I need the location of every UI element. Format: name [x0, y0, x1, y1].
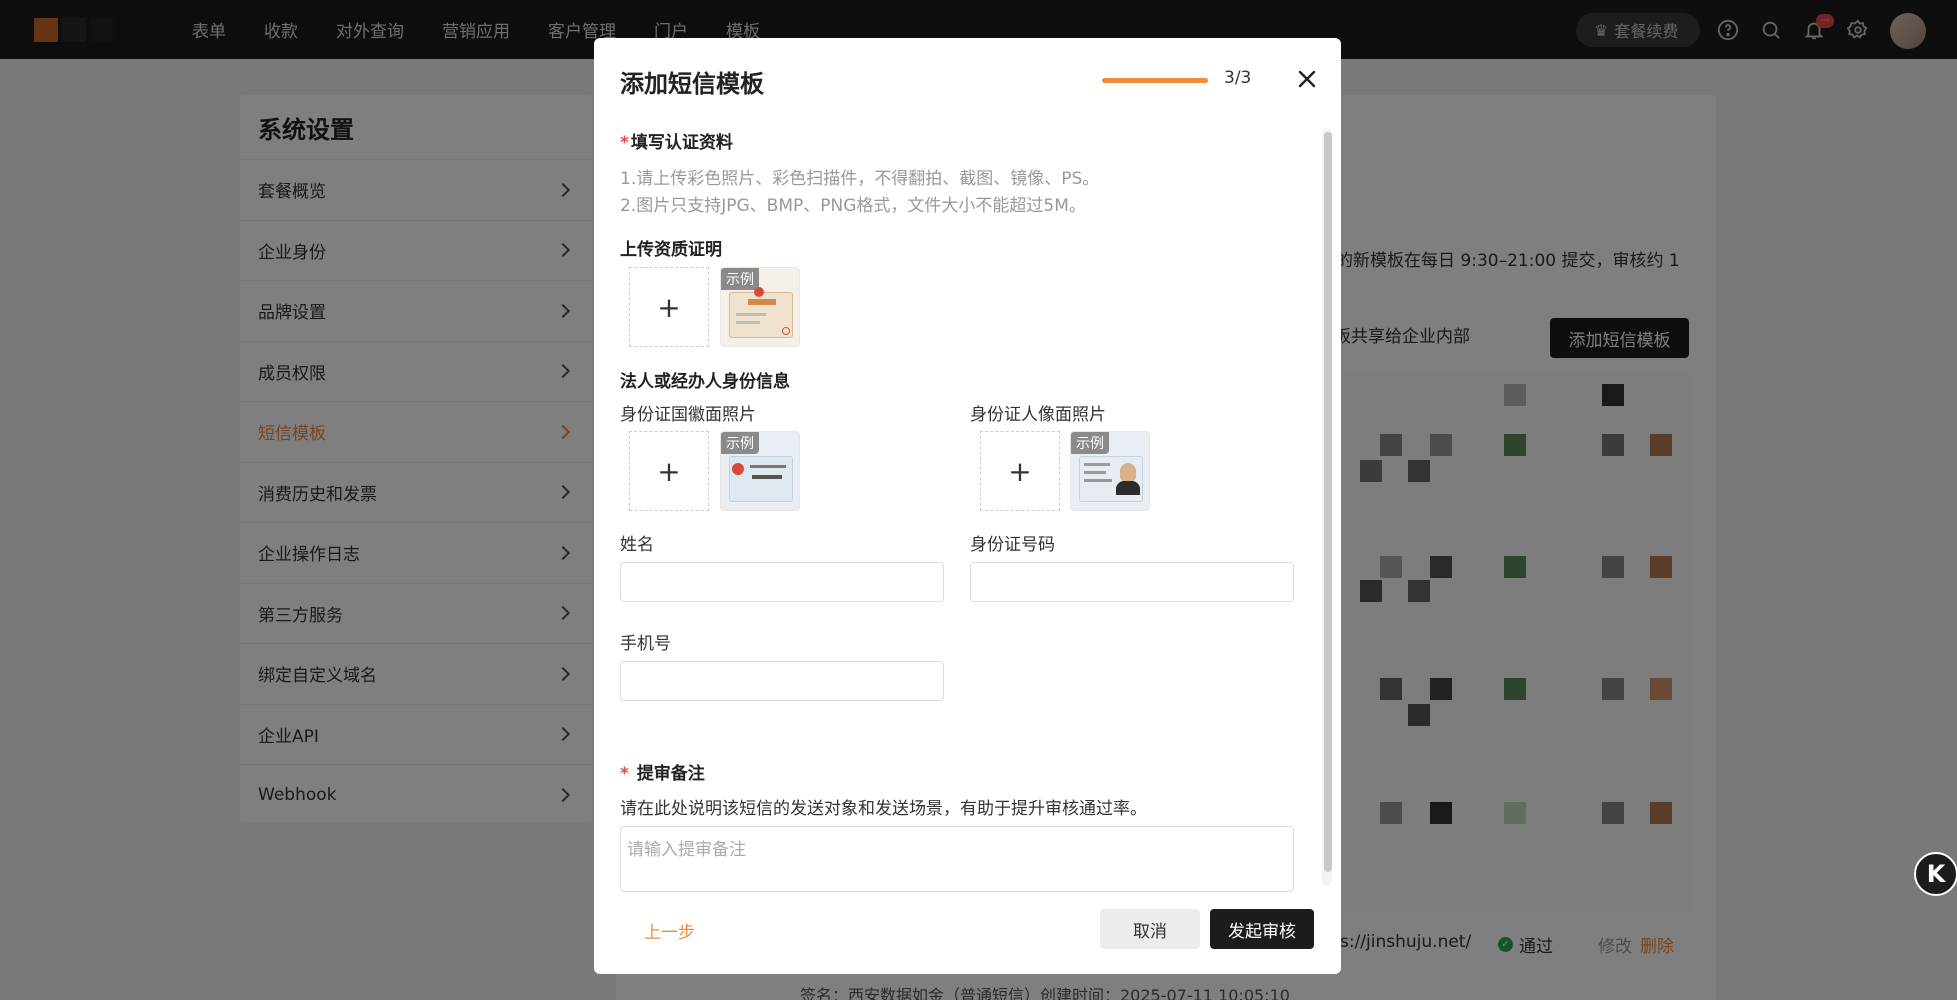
remark-textarea[interactable]: 请输入提审备注: [620, 826, 1294, 892]
step-progress-bar: [1102, 78, 1208, 83]
step-progress-fill: [1102, 78, 1208, 83]
required-marker: *: [620, 764, 629, 784]
cancel-button[interactable]: 取消: [1100, 909, 1200, 949]
id-number-input[interactable]: [970, 562, 1294, 602]
name-label: 姓名: [620, 535, 654, 555]
id-emblem-sample-image: [729, 456, 793, 502]
plus-icon: +: [657, 454, 681, 488]
license-sample-image: [729, 287, 793, 338]
name-input[interactable]: [620, 562, 944, 602]
required-marker: *: [620, 133, 629, 153]
id-emblem-sample[interactable]: 示例: [720, 431, 800, 511]
auth-section-label: 填写认证资料: [630, 133, 733, 153]
remark-hint: 请在此处说明该短信的发送对象和发送场景，有助于提升审核通过率。: [620, 799, 1147, 819]
plus-icon: +: [657, 290, 681, 324]
auth-section-title: * 填写认证资料: [620, 128, 733, 153]
step-counter: 3/3: [1224, 68, 1252, 88]
dialog-title: 添加短信模板: [620, 70, 764, 98]
phone-input[interactable]: [620, 661, 944, 701]
sample-tag: 示例: [721, 268, 759, 290]
qualification-upload-button[interactable]: +: [629, 267, 709, 347]
id-number-label: 身份证号码: [970, 535, 1055, 555]
close-button[interactable]: [1294, 66, 1320, 92]
remark-section-label: 提审备注: [636, 764, 705, 784]
id-portrait-label: 身份证人像面照片: [970, 405, 1106, 425]
dialog-scrollbar-thumb[interactable]: [1324, 132, 1332, 872]
plus-icon: +: [1008, 454, 1032, 488]
id-portrait-sample-image: [1079, 456, 1143, 502]
id-portrait-upload-button[interactable]: +: [980, 431, 1060, 511]
previous-step-button[interactable]: 上一步: [644, 918, 695, 943]
auth-hint-1: 1.请上传彩色照片、彩色扫描件，不得翻拍、截图、镜像、PS。: [620, 169, 1100, 189]
auth-hint-2: 2.图片只支持JPG、BMP、PNG格式，文件大小不能超过5M。: [620, 196, 1086, 216]
phone-label: 手机号: [620, 634, 671, 654]
sample-tag: 示例: [721, 432, 759, 454]
sample-tag: 示例: [1071, 432, 1109, 454]
close-icon: [1298, 70, 1316, 88]
submit-review-button[interactable]: 发起审核: [1210, 909, 1314, 949]
id-emblem-label: 身份证国徽面照片: [620, 405, 756, 425]
business-license-sample[interactable]: 示例: [720, 267, 800, 347]
id-emblem-upload-button[interactable]: +: [629, 431, 709, 511]
id-portrait-sample[interactable]: 示例: [1070, 431, 1150, 511]
add-sms-template-dialog: 添加短信模板 3/3 * 填写认证资料 1.请上传彩色照片、彩色扫描件，不得翻拍、…: [594, 38, 1341, 974]
remark-section-title: * 提审备注: [620, 759, 705, 784]
identity-section-title: 法人或经办人身份信息: [620, 372, 790, 392]
remark-placeholder: 请输入提审备注: [627, 840, 746, 860]
qualification-label: 上传资质证明: [620, 240, 722, 260]
assistant-k-button[interactable]: K: [1914, 852, 1957, 896]
